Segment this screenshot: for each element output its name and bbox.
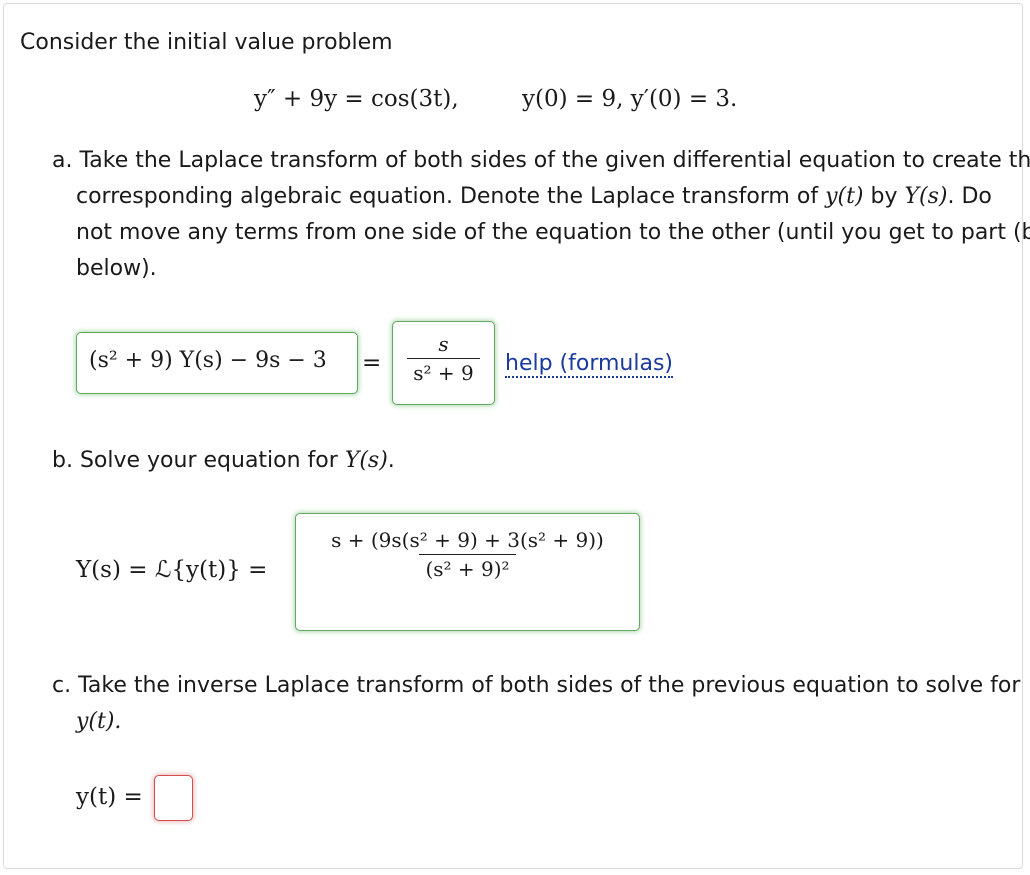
lhs-answer-value: (s² + 9) Y(s) − 9s − 3: [89, 348, 327, 373]
ivp-initial-conditions: y(0) = 9, y′(0) = 3.: [522, 86, 738, 112]
y-of-s-answer-field[interactable]: s + (9s(s² + 9) + 3(s² + 9)) (s² + 9)²: [295, 513, 640, 631]
y-of-s-fraction: s + (9s(s² + 9) + 3(s² + 9)) (s² + 9)²: [325, 528, 610, 581]
y-of-s-denominator: (s² + 9)²: [419, 554, 516, 581]
part-a-line3: not move any terms from one side of the …: [76, 220, 1030, 245]
part-a-line1: a. Take the Laplace transform of both si…: [52, 148, 1030, 173]
rhs-numerator: s: [438, 332, 449, 356]
part-c-label: y(t) =: [76, 784, 143, 810]
part-a-line4: below).: [76, 256, 157, 281]
part-b-text: b. Solve your equation for Y(s).: [52, 448, 395, 473]
part-b-label: Y(s) = ℒ{y(t)} =: [76, 557, 268, 583]
ivp-equation: y″ + 9y = cos(3t),: [254, 86, 459, 112]
rhs-denominator: s² + 9: [407, 358, 480, 385]
part-a-line2: corresponding algebraic equation. Denote…: [76, 184, 992, 209]
y-of-t-answer-field[interactable]: [154, 775, 193, 821]
lhs-answer-field[interactable]: (s² + 9) Y(s) − 9s − 3: [76, 332, 358, 394]
part-c-line1: c. Take the inverse Laplace transform of…: [52, 673, 1021, 698]
intro-text: Consider the initial value problem: [20, 30, 393, 55]
problem-card: [3, 3, 1023, 869]
part-c-line2: y(t).: [76, 709, 122, 734]
equals-sign-a: =: [362, 350, 382, 376]
help-formulas-link[interactable]: help (formulas): [505, 352, 674, 378]
rhs-answer-field[interactable]: s s² + 9: [392, 321, 495, 405]
y-of-s-numerator: s + (9s(s² + 9) + 3(s² + 9)): [331, 528, 604, 552]
rhs-fraction: s s² + 9: [407, 332, 480, 385]
